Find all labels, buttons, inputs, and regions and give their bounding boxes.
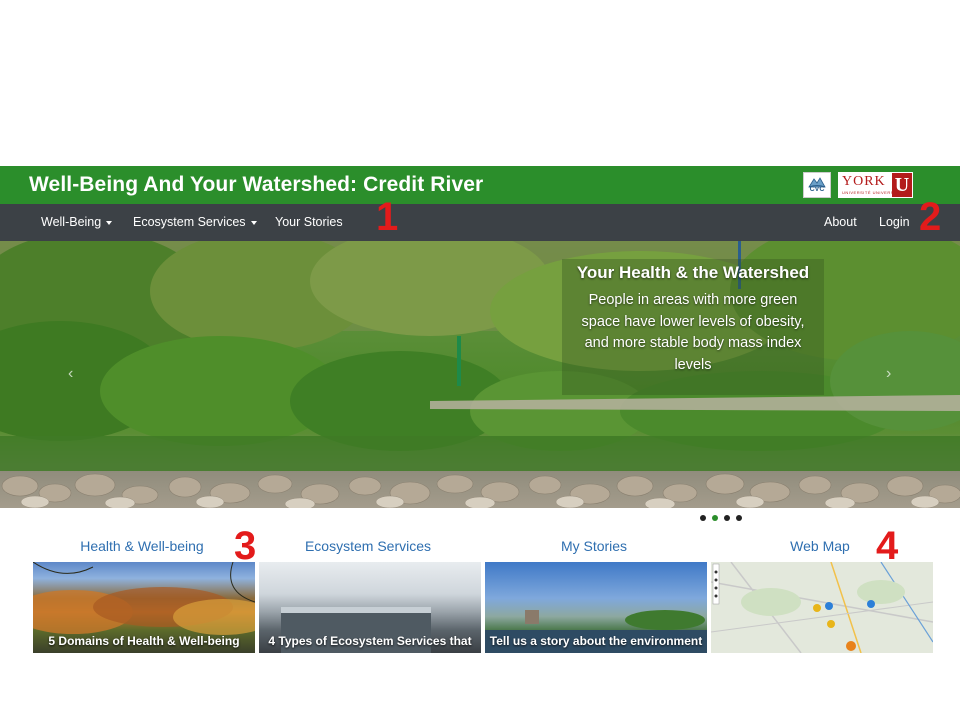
nav-ecosystem-services-label: Ecosystem Services [133, 215, 246, 229]
card-ecosystem-services[interactable]: 4 Types of Ecosystem Services that [259, 562, 481, 653]
card-heading-ecosystem-services[interactable]: Ecosystem Services [257, 538, 479, 554]
card-heading-web-map[interactable]: Web Map [709, 538, 931, 554]
main-navbar: Well-Being Ecosystem Services Your Stori… [0, 204, 960, 241]
site-title[interactable]: Well-Being And Your Watershed: Credit Ri… [29, 173, 483, 197]
nav-well-being-dropdown[interactable]: Well-Being [41, 204, 113, 241]
cvc-logo[interactable]: CVC [803, 172, 831, 198]
carousel-caption-body: People in areas with more green space ha… [581, 292, 805, 373]
york-university-logo[interactable]: YORK UNIVERSITÉ UNIVERSITY U [838, 172, 913, 198]
nav-well-being-label: Well-Being [41, 215, 102, 229]
hero-carousel[interactable]: Your Health & the Watershed People in ar… [0, 241, 960, 508]
nav-login-link[interactable]: Login [879, 204, 910, 241]
carousel-indicator-dot-active[interactable] [712, 515, 718, 521]
carousel-indicator-dot[interactable] [700, 515, 706, 521]
york-logo-text: YORK [842, 174, 886, 189]
card-heading-health-well-being[interactable]: Health & Well-being [31, 538, 253, 554]
caret-down-icon [106, 220, 113, 225]
nav-about-link[interactable]: About [824, 204, 857, 241]
card-health-well-being[interactable]: 5 Domains of Health & Well-being [33, 562, 255, 653]
carousel-caption-title: Your Health & the Watershed [576, 263, 810, 282]
chevron-right-icon[interactable]: › [886, 365, 891, 383]
web-map-thumbnail [711, 562, 933, 653]
card-heading-my-stories[interactable]: My Stories [483, 538, 705, 554]
card-my-stories[interactable]: Tell us a story about the environment [485, 562, 707, 653]
card-web-map[interactable] [711, 562, 933, 653]
nav-ecosystem-services-dropdown[interactable]: Ecosystem Services [133, 204, 257, 241]
caret-down-icon [250, 220, 257, 225]
card-caption: 5 Domains of Health & Well-being [48, 634, 240, 648]
card-caption: Tell us a story about the environment [489, 634, 703, 648]
carousel-indicator-dot[interactable] [724, 515, 730, 521]
site-header: Well-Being And Your Watershed: Credit Ri… [0, 166, 960, 204]
carousel-indicator-dot[interactable] [736, 515, 742, 521]
card-caption: 4 Types of Ecosystem Services that [268, 634, 472, 648]
nav-your-stories-link[interactable]: Your Stories [275, 204, 343, 241]
annotation-marker-2: 2 [919, 195, 942, 239]
annotation-marker-1: 1 [376, 195, 399, 239]
york-logo-mark: U [892, 173, 912, 197]
chevron-left-icon[interactable]: ‹ [68, 365, 73, 383]
